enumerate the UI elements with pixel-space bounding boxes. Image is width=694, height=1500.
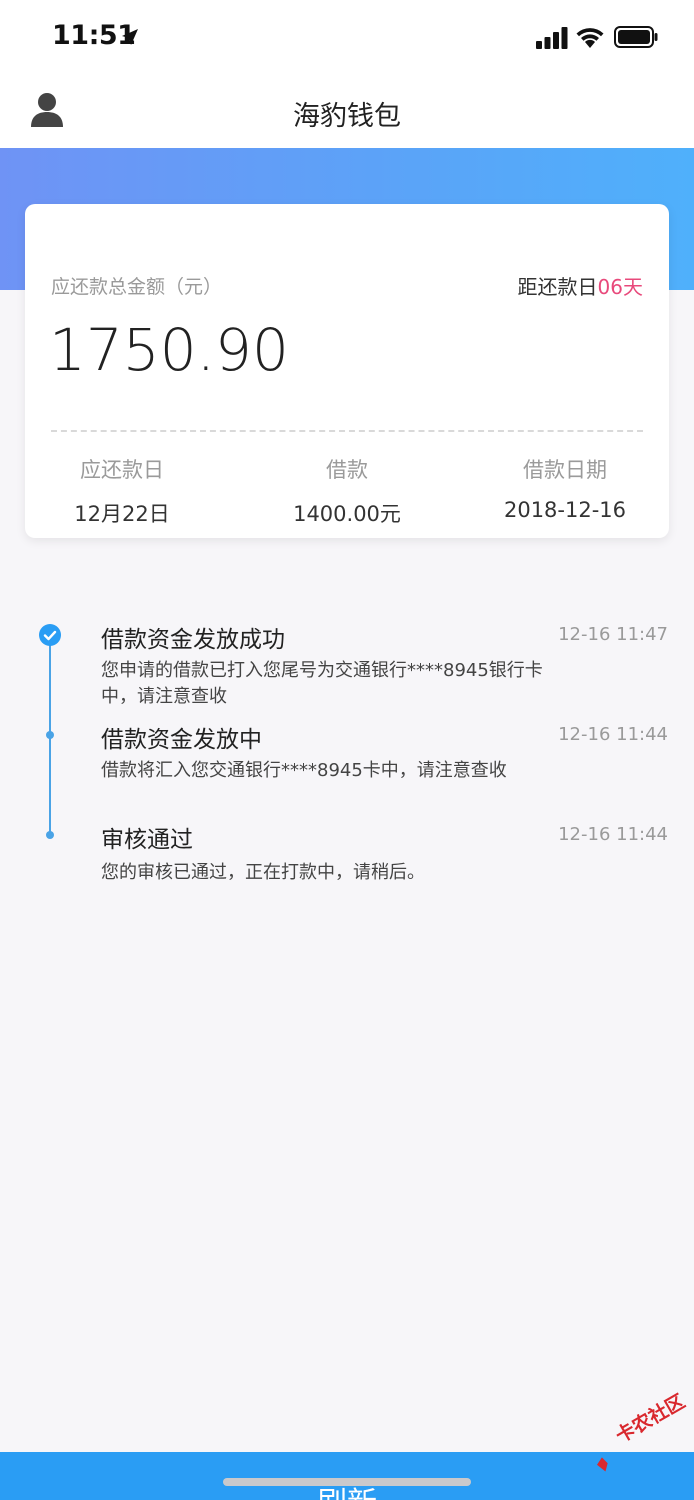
loan-amount-label: 借款 xyxy=(326,458,368,482)
due-countdown: 距还款日06天 xyxy=(518,271,643,300)
timeline-description: 您的审核已通过，正在打款中，请稍后。 xyxy=(101,862,425,883)
timeline-dot xyxy=(46,831,54,839)
check-circle-icon xyxy=(39,624,61,646)
nav-bar: 海豹钱包 xyxy=(0,74,694,148)
due-date-label: 应还款日 xyxy=(80,458,164,482)
timeline-description: 您申请的借款已打入您尾号为交通银行****8945银行卡中，请注意查收 xyxy=(101,660,543,707)
signal-icon xyxy=(536,27,568,49)
timeline-title: 审核通过 xyxy=(101,827,193,853)
loan-date-column: 借款日期 2018-12-16 xyxy=(465,454,665,522)
total-label: 应还款总金额（元） xyxy=(51,276,223,298)
timeline-time: 12-16 11:44 xyxy=(558,724,668,745)
home-indicator[interactable] xyxy=(223,1478,471,1486)
timeline-dot xyxy=(46,731,54,739)
timeline-time: 12-16 11:44 xyxy=(558,824,668,845)
wifi-icon xyxy=(576,28,604,48)
due-date-value: 12月22日 xyxy=(74,502,170,526)
status-bar: 11:51 xyxy=(0,0,694,74)
page-title: 海豹钱包 xyxy=(293,101,401,132)
location-arrow-icon xyxy=(122,29,138,45)
loan-amount-value: 1400.00元 xyxy=(293,502,401,526)
timeline-title: 借款资金发放中 xyxy=(101,727,262,753)
countdown-prefix: 距还款日 xyxy=(517,275,598,299)
timeline-time: 12-16 11:47 xyxy=(558,624,668,645)
loan-amount-column: 借款 1400.00元 xyxy=(247,454,447,528)
total-amount: 1750.90 xyxy=(49,316,289,384)
due-date-column: 应还款日 12月22日 xyxy=(25,454,219,528)
countdown-days: 06天 xyxy=(597,275,643,299)
loan-date-value: 2018-12-16 xyxy=(503,498,627,522)
dashed-divider xyxy=(51,430,643,432)
timeline-title: 借款资金发放成功 xyxy=(101,627,285,653)
loan-date-label: 借款日期 xyxy=(523,458,607,482)
battery-icon xyxy=(614,26,658,48)
repayment-summary-card: 应还款总金额（元） 距还款日06天 1750.90 应还款日 12月22日 借款… xyxy=(25,204,669,538)
timeline-description: 借款将汇入您交通银行****8945卡中，请注意查收 xyxy=(101,760,507,781)
